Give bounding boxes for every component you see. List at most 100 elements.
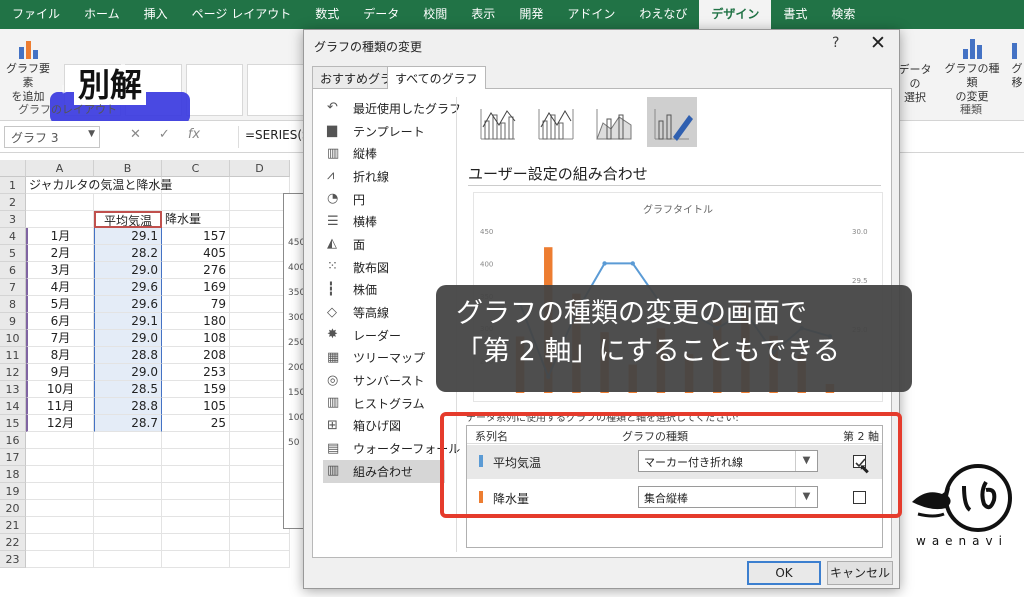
cell[interactable] (26, 211, 94, 228)
cell[interactable] (162, 551, 230, 568)
cell[interactable]: 29.0 (94, 262, 162, 279)
tab-0[interactable]: ファイル (0, 0, 72, 29)
tab-6[interactable]: 校閲 (411, 0, 459, 29)
cell[interactable] (94, 551, 162, 568)
cell[interactable] (230, 432, 290, 449)
row-header[interactable]: 5 (0, 245, 26, 262)
chart-type-item[interactable]: ┇ 株価 (323, 279, 445, 302)
cell[interactable]: 11月 (26, 398, 94, 415)
cell[interactable]: 159 (162, 381, 230, 398)
row-header[interactable]: 13 (0, 381, 26, 398)
tab-3[interactable]: ページ レイアウト (180, 0, 304, 29)
row-header[interactable]: 22 (0, 534, 26, 551)
chart-type-item[interactable]: ↶ 最近使用したグラフ (323, 97, 461, 120)
cell[interactable] (230, 551, 290, 568)
chart-type-item[interactable]: ⁙ 散布図 (323, 256, 445, 279)
cell[interactable] (230, 381, 290, 398)
row-header[interactable]: 15 (0, 415, 26, 432)
row-header[interactable]: 10 (0, 330, 26, 347)
cell[interactable] (94, 483, 162, 500)
column-header[interactable]: B (94, 160, 162, 177)
cell[interactable] (162, 194, 230, 211)
cell[interactable]: 28.7 (94, 415, 162, 432)
tab-5[interactable]: データ (351, 0, 411, 29)
cell[interactable] (230, 296, 290, 313)
tab-12[interactable]: 書式 (771, 0, 819, 29)
cell[interactable]: 28.8 (94, 347, 162, 364)
row-header[interactable]: 17 (0, 449, 26, 466)
row-header[interactable]: 7 (0, 279, 26, 296)
cell[interactable] (26, 483, 94, 500)
chart-type-item[interactable]: ☰ 横棒 (323, 210, 445, 233)
add-chart-element-button[interactable]: グラフ要素 を追加 (2, 35, 54, 104)
cell[interactable] (162, 517, 230, 534)
cell[interactable] (162, 500, 230, 517)
cell[interactable]: 79 (162, 296, 230, 313)
chart-type-item[interactable]: ◎ サンバースト (323, 369, 445, 392)
cell[interactable] (230, 245, 290, 262)
cell[interactable]: 6月 (26, 313, 94, 330)
combo-custom-subtype[interactable] (647, 97, 697, 147)
row-header[interactable]: 21 (0, 517, 26, 534)
cell[interactable] (230, 347, 290, 364)
row-header[interactable]: 23 (0, 551, 26, 568)
cell[interactable] (230, 313, 290, 330)
column-header[interactable]: C (162, 160, 230, 177)
row-header[interactable]: 2 (0, 194, 26, 211)
cell[interactable] (162, 466, 230, 483)
combo-subtype-3[interactable] (589, 97, 639, 147)
cell[interactable] (230, 262, 290, 279)
cell[interactable] (26, 551, 94, 568)
row-header[interactable]: 16 (0, 432, 26, 449)
row-header[interactable]: 6 (0, 262, 26, 279)
cell[interactable]: 169 (162, 279, 230, 296)
cell[interactable]: 105 (162, 398, 230, 415)
row-header[interactable]: 4 (0, 228, 26, 245)
cell[interactable]: 29.1 (94, 313, 162, 330)
tab-2[interactable]: 挿入 (132, 0, 180, 29)
cell[interactable] (94, 534, 162, 551)
cell[interactable] (94, 517, 162, 534)
tab-7[interactable]: 表示 (459, 0, 507, 29)
cell[interactable] (230, 228, 290, 245)
cell[interactable]: 9月 (26, 364, 94, 381)
cell[interactable]: 276 (162, 262, 230, 279)
row-header[interactable]: 9 (0, 313, 26, 330)
tab-4[interactable]: 数式 (303, 0, 351, 29)
cell[interactable] (26, 449, 94, 466)
row-header[interactable]: 19 (0, 483, 26, 500)
cell[interactable]: 253 (162, 364, 230, 381)
cell[interactable] (94, 449, 162, 466)
tab-9[interactable]: アドイン (555, 0, 627, 29)
ok-button[interactable]: OK (747, 561, 821, 585)
cell[interactable] (162, 432, 230, 449)
cell[interactable]: 平均気温 (94, 211, 162, 228)
cell[interactable]: 180 (162, 313, 230, 330)
cell[interactable] (230, 364, 290, 381)
cancel-formula-button[interactable]: ✕ (130, 127, 159, 142)
tab-11[interactable]: デザイン (699, 0, 772, 29)
select-data-button[interactable]: データの 選択 (895, 63, 935, 105)
chart-type-item[interactable]: ▦ ツリーマップ (323, 347, 445, 370)
chart-type-item[interactable]: ✸ レーダー (323, 324, 445, 347)
combo-subtype-2[interactable] (531, 97, 581, 147)
chart-type-item[interactable]: ▤ ウォーターフォール (323, 437, 460, 460)
chart-type-item[interactable]: ▆ テンプレート (323, 120, 445, 143)
chart-type-item[interactable]: ▥ 組み合わせ (323, 460, 445, 483)
cell[interactable] (94, 466, 162, 483)
tab-13[interactable]: 検索 (819, 0, 867, 29)
cell[interactable]: 29.6 (94, 279, 162, 296)
cell[interactable] (26, 194, 94, 211)
tab-10[interactable]: わえなび (627, 0, 699, 29)
cell[interactable]: 降水量 (162, 211, 230, 228)
cell[interactable]: 157 (162, 228, 230, 245)
cell[interactable]: 29.6 (94, 296, 162, 313)
style-thumb[interactable] (186, 64, 243, 116)
cell[interactable] (230, 466, 290, 483)
cell[interactable] (26, 432, 94, 449)
chart-type-item[interactable]: ⩘ 折れ線 (323, 165, 445, 188)
cell[interactable] (230, 517, 290, 534)
cell[interactable] (162, 449, 230, 466)
row-header[interactable]: 1 (0, 177, 26, 194)
chart-type-item[interactable]: ▥ ヒストグラム (323, 392, 445, 415)
